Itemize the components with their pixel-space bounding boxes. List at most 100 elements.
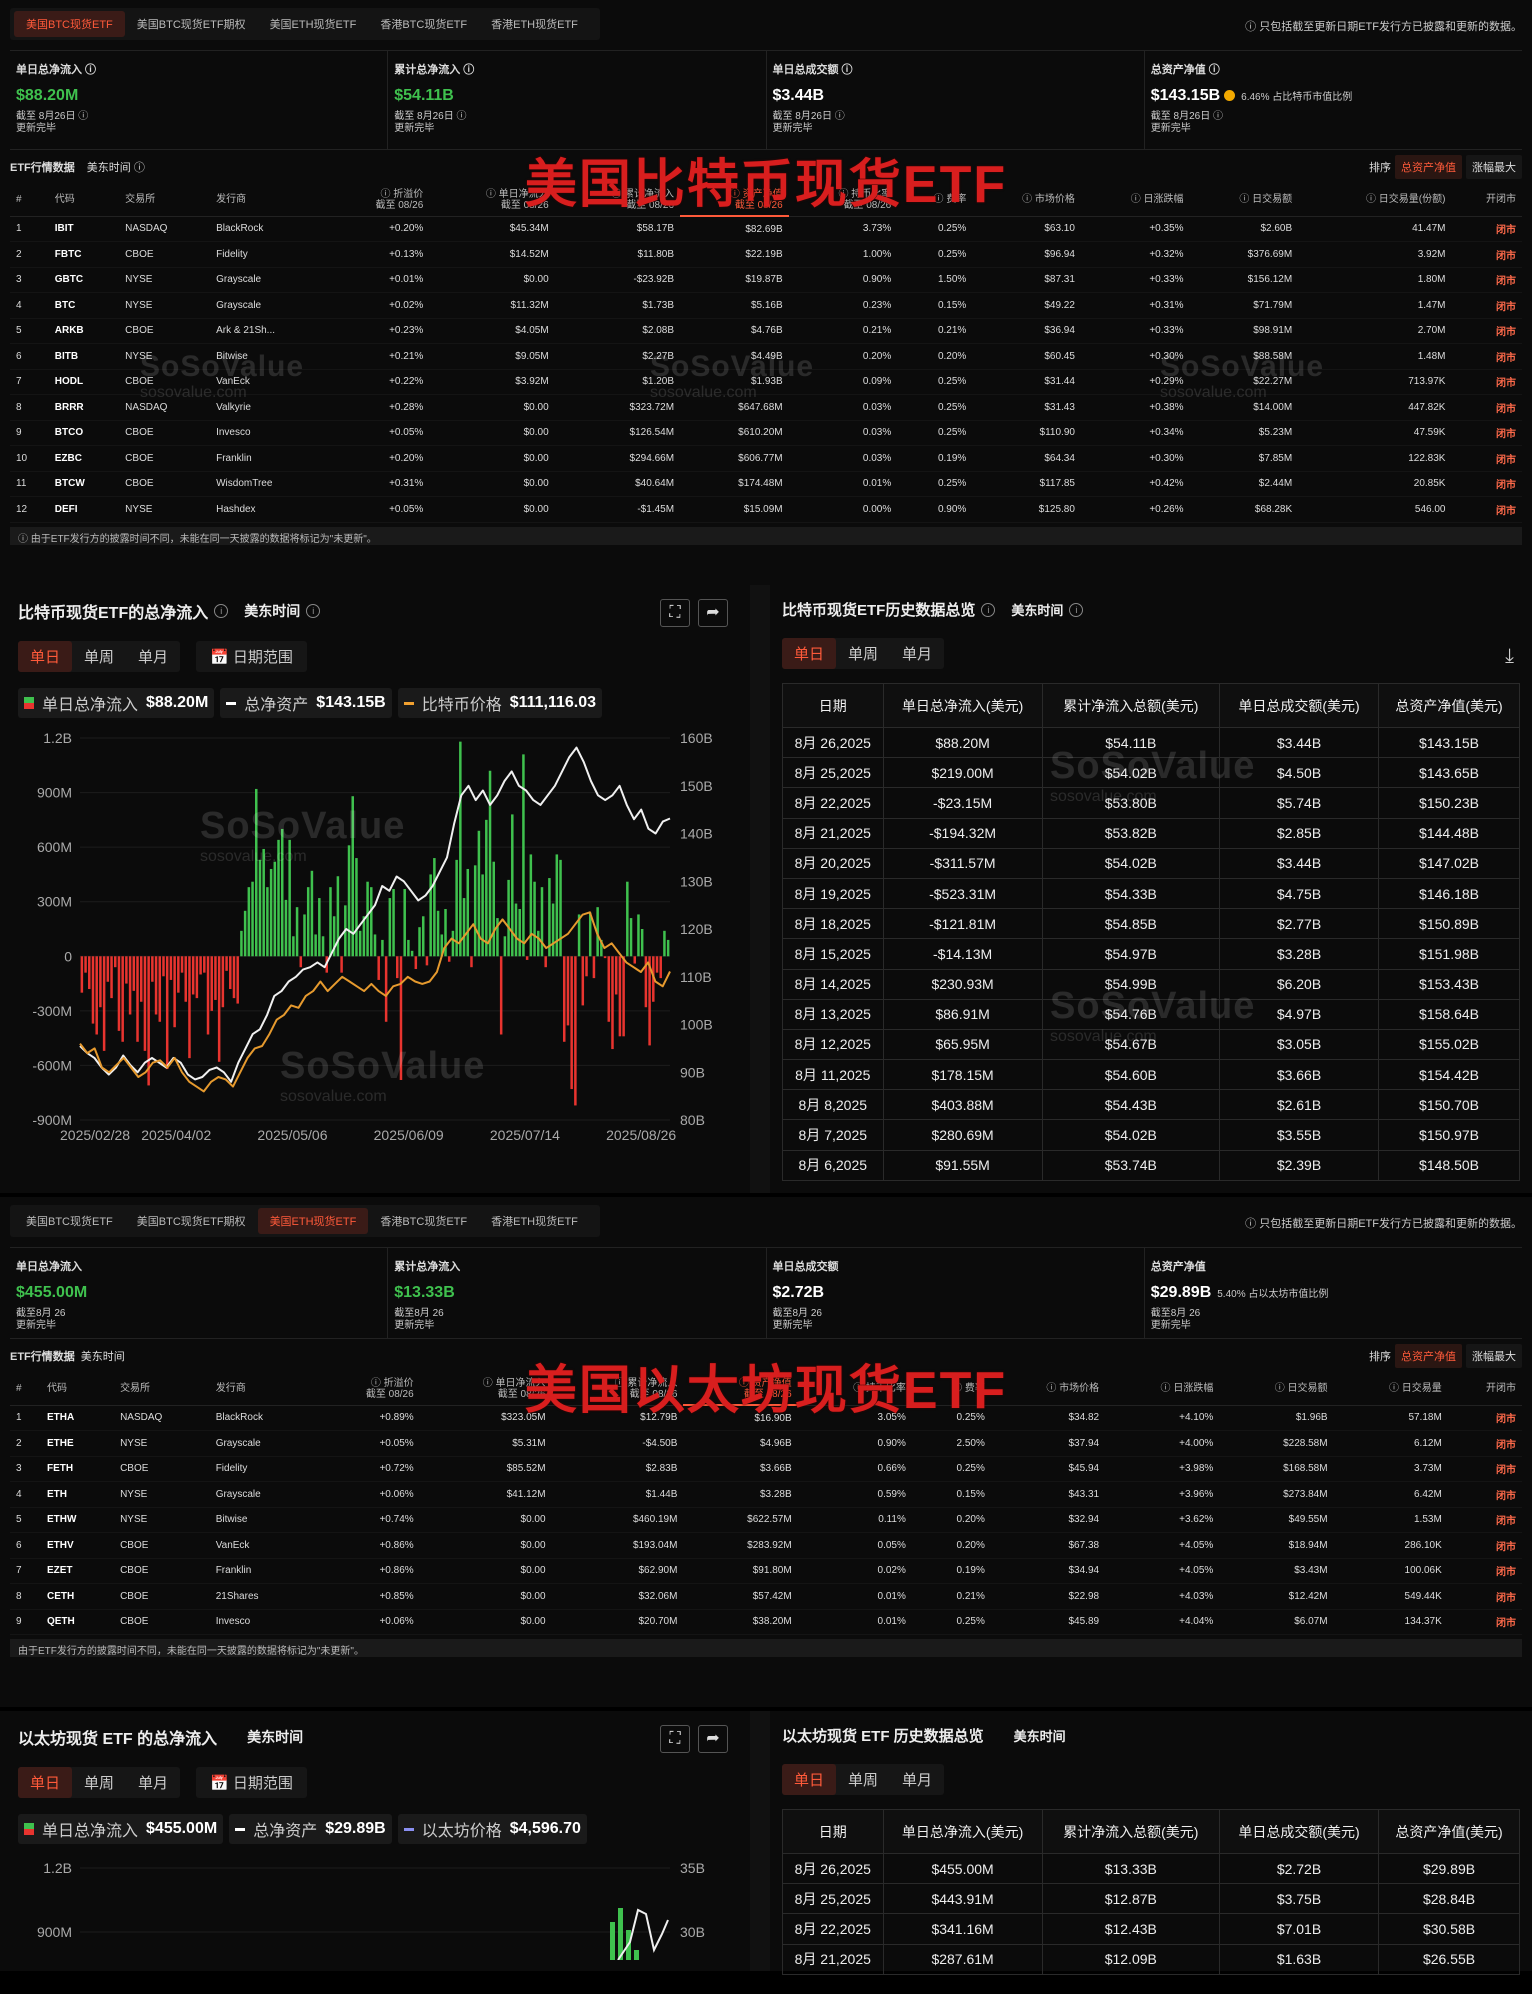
column-header[interactable]: 发行商: [210, 184, 329, 217]
history-row[interactable]: 8月 25,2025 $219.00M $54.02B $4.50B $143.65B: [782, 757, 1520, 789]
legend-total-nav[interactable]: 总净资产 $29.89B: [229, 1814, 392, 1844]
table-row[interactable]: 7 EZET CBOE Franklin +0.86% $0.00 $62.90M $91.8…: [10, 1558, 1522, 1584]
period-daily[interactable]: 单日: [782, 638, 837, 669]
column-header[interactable]: 代码: [48, 184, 120, 217]
column-header[interactable]: ⓘ 折溢价 截至 08/26: [329, 184, 430, 217]
table-row[interactable]: 4 BTC NYSE Grayscale +0.02% $11.32M $1.73B $5.1…: [10, 292, 1522, 319]
history-row[interactable]: 8月 15,2025 -$14.13M $54.97B $3.28B $151.98B: [782, 938, 1520, 970]
column-header[interactable]: 代码: [40, 1373, 115, 1406]
period-daily[interactable]: 单日: [18, 641, 73, 672]
column-header[interactable]: 交易所: [119, 184, 211, 217]
history-row[interactable]: 8月 12,2025 $65.95M $54.67B $3.05B $155.02B: [782, 1028, 1520, 1061]
period-monthly[interactable]: 单月: [126, 1767, 180, 1798]
sort-by-nav-button[interactable]: 总资产净值: [1395, 1344, 1462, 1368]
sort-by-gain-button[interactable]: 涨幅最大: [1466, 155, 1522, 179]
column-header[interactable]: 开闭市: [1447, 1373, 1522, 1406]
column-header[interactable]: 交易所: [114, 1373, 210, 1406]
sort-by-nav-button[interactable]: 总资产净值: [1395, 155, 1462, 179]
table-row[interactable]: 1 ETHA NASDAQ BlackRock +0.89% $323.05M $12.79…: [10, 1405, 1522, 1431]
history-column-header[interactable]: 总资产净值(美元): [1378, 683, 1520, 728]
period-weekly[interactable]: 单周: [836, 638, 890, 669]
column-header[interactable]: ⓘ 资产净值 截至 08/26: [683, 1373, 798, 1406]
history-row[interactable]: 8月 20,2025 -$311.57M $54.02B $3.44B $147.02B: [782, 847, 1520, 879]
table-row[interactable]: 6 ETHV CBOE VanEck +0.86% $0.00 $193.04M $283.9…: [10, 1532, 1522, 1559]
table-row[interactable]: 12 DEFI NYSE Hashdex +0.05% $0.00 -$1.45M $15.0…: [10, 496, 1522, 523]
column-header[interactable]: ⓘ 累计净流入 截至 08/26: [551, 1373, 684, 1406]
history-column-header[interactable]: 日期: [782, 1809, 884, 1854]
history-row[interactable]: 8月 26,2025 $455.00M $13.33B $2.72B $29.89B: [782, 1852, 1520, 1885]
period-weekly[interactable]: 单周: [72, 641, 126, 672]
share-icon[interactable]: ➦: [698, 599, 728, 627]
history-row[interactable]: 8月 11,2025 $178.15M $54.60B $3.66B $154.42B: [782, 1059, 1520, 1091]
column-header[interactable]: 开闭市: [1451, 184, 1522, 217]
column-header[interactable]: ⓘ 累计净流入 截至 08/26: [554, 184, 681, 217]
date-range-button[interactable]: 📅 日期范围: [196, 641, 307, 672]
column-header[interactable]: ⓘ 日涨跌幅: [1080, 184, 1190, 217]
share-icon[interactable]: ➦: [698, 1725, 728, 1753]
history-column-header[interactable]: 单日总成交额(美元): [1218, 1809, 1380, 1854]
history-row[interactable]: 8月 22,2025 $341.16M $12.43B $7.01B $30.58B: [782, 1913, 1520, 1945]
column-header[interactable]: ⓘ 日涨跌幅: [1105, 1373, 1220, 1406]
tab-us-btc-spot[interactable]: 美国BTC现货ETF: [14, 1208, 125, 1234]
column-header[interactable]: #: [10, 184, 49, 217]
column-header[interactable]: #: [10, 1373, 41, 1406]
column-header[interactable]: ⓘ 费率: [897, 184, 973, 217]
period-daily[interactable]: 单日: [782, 1764, 837, 1795]
column-header[interactable]: ⓘ 市场价格: [972, 184, 1081, 217]
history-row[interactable]: 8月 21,2025 -$194.32M $53.82B $2.85B $144.48B: [782, 817, 1520, 849]
history-row[interactable]: 8月 7,2025 $280.69M $54.02B $3.55B $150.97B: [782, 1119, 1520, 1151]
history-row[interactable]: 8月 18,2025 -$121.81M $54.85B $2.77B $150.89B: [782, 908, 1520, 940]
info-icon[interactable]: i: [1069, 602, 1084, 617]
info-icon[interactable]: i: [306, 604, 321, 618]
tab-hk-btc-spot[interactable]: 香港BTC现货ETF: [368, 1208, 479, 1234]
legend-btc-price[interactable]: 比特币价格 $111,116.03: [397, 688, 603, 718]
table-row[interactable]: 10 EZBC CBOE Franklin +0.20% $0.00 $294.66M $60…: [10, 445, 1522, 472]
period-weekly[interactable]: 单周: [836, 1764, 890, 1795]
history-row[interactable]: 8月 13,2025 $86.91M $54.76B $4.97B $158.64B: [782, 998, 1520, 1030]
fullscreen-icon[interactable]: ⛶: [660, 1725, 690, 1753]
tab-hk-btc-spot[interactable]: 香港BTC现货ETF: [368, 11, 479, 37]
history-column-header[interactable]: 单日总净流入(美元): [882, 683, 1043, 728]
table-row[interactable]: 2 FBTC CBOE Fidelity +0.13% $14.52M $11.80B $22…: [10, 241, 1522, 268]
column-header[interactable]: ⓘ 资产净值 截至 08/26: [680, 184, 789, 217]
info-icon[interactable]: i: [214, 604, 229, 618]
history-column-header[interactable]: 累计净流入总额(美元): [1041, 1809, 1220, 1854]
history-column-header[interactable]: 日期: [782, 683, 884, 728]
table-row[interactable]: 3 GBTC NYSE Grayscale +0.01% $0.00 -$23.92B $19…: [10, 267, 1522, 293]
period-monthly[interactable]: 单月: [890, 1764, 944, 1795]
legend-daily-inflow[interactable]: 单日总净流入 $88.20M: [18, 688, 215, 718]
legend-eth-price[interactable]: 以太坊价格 $4,596.70: [397, 1814, 587, 1844]
sort-by-gain-button[interactable]: 涨幅最大: [1466, 1344, 1522, 1368]
column-header[interactable]: 发行商: [209, 1373, 315, 1406]
download-icon[interactable]: ⤓: [1505, 645, 1514, 668]
column-header[interactable]: ⓘ 日交易量: [1333, 1373, 1448, 1406]
table-row[interactable]: 5 ETHW NYSE Bitwise +0.74% $0.00 $460.19M $622.…: [10, 1507, 1522, 1533]
history-row[interactable]: 8月 8,2025 $403.88M $54.43B $2.61B $150.70B: [782, 1089, 1520, 1121]
period-monthly[interactable]: 单月: [126, 641, 180, 672]
column-header[interactable]: ⓘ 费率: [911, 1373, 991, 1406]
table-row[interactable]: 8 BRRR NASDAQ Valkyrie +0.28% $0.00 $323.72M $6…: [10, 394, 1522, 421]
period-daily[interactable]: 单日: [18, 1767, 73, 1798]
table-row[interactable]: 6 BITB NYSE Bitwise +0.21% $9.05M $2.27B $4.49B…: [10, 343, 1522, 370]
tab-us-eth-spot[interactable]: 美国ETH现货ETF: [258, 11, 369, 37]
period-weekly[interactable]: 单周: [72, 1767, 126, 1798]
column-header[interactable]: ⓘ 折溢价 截至 08/26: [314, 1373, 420, 1406]
column-header[interactable]: ⓘ 日交易额: [1189, 184, 1299, 217]
table-row[interactable]: 3 FETH CBOE Fidelity +0.72% $85.52M $2.83B $3.6…: [10, 1456, 1522, 1482]
table-row[interactable]: 9 BTCO CBOE Invesco +0.05% $0.00 $126.54M $610.…: [10, 420, 1522, 446]
table-row[interactable]: 5 ARKB CBOE Ark & 21Sh... +0.23% $4.05M $2.08B…: [10, 318, 1522, 344]
tab-us-btc-spot[interactable]: 美国BTC现货ETF: [14, 11, 125, 37]
history-row[interactable]: 8月 6,2025 $91.55M $53.74B $2.39B $148.50B: [782, 1149, 1520, 1181]
tab-us-eth-spot[interactable]: 美国ETH现货ETF: [257, 1208, 369, 1234]
legend-daily-inflow[interactable]: 单日总净流入 $455.00M: [18, 1814, 224, 1844]
info-icon[interactable]: i: [981, 602, 996, 617]
table-row[interactable]: 1 IBIT NASDAQ BlackRock +0.20% $45.34M $58.17B…: [10, 216, 1522, 242]
tab-hk-eth-spot[interactable]: 香港ETH现货ETF: [479, 11, 590, 37]
period-monthly[interactable]: 单月: [890, 638, 944, 669]
column-header[interactable]: ⓘ 日交易量(份额): [1298, 184, 1452, 217]
legend-total-nav[interactable]: 总净资产 $143.15B: [220, 688, 392, 718]
table-row[interactable]: 4 ETH NYSE Grayscale +0.06% $41.12M $1.44B $3.2…: [10, 1481, 1522, 1508]
history-column-header[interactable]: 单日总净流入(美元): [882, 1809, 1043, 1854]
fullscreen-icon[interactable]: ⛶: [660, 599, 690, 627]
history-row[interactable]: 8月 26,2025 $88.20M $54.11B $3.44B $143.15B: [782, 726, 1520, 759]
